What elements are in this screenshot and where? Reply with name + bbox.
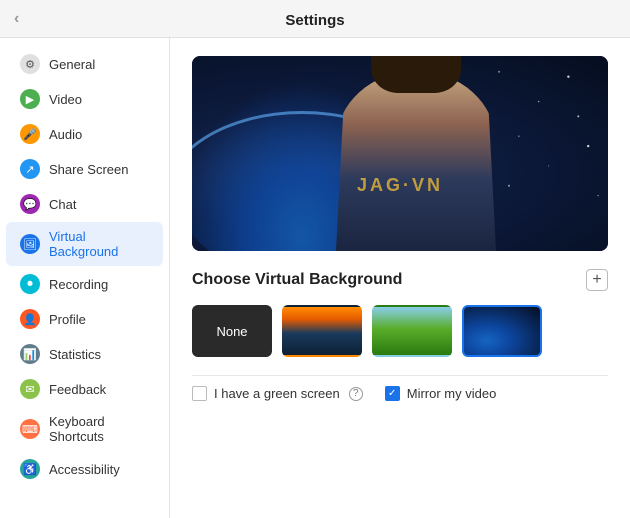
sidebar-item-recording[interactable]: ⏺ Recording: [6, 267, 163, 301]
close-icon[interactable]: ‹: [14, 10, 19, 28]
title-bar: ‹ Settings: [0, 0, 630, 38]
green-screen-label: I have a green screen: [214, 386, 340, 401]
chat-icon: 💬: [20, 194, 40, 214]
sidebar-label-video: Video: [49, 92, 82, 107]
mirror-video-box[interactable]: [385, 386, 400, 401]
sidebar-label-recording: Recording: [49, 277, 108, 292]
sidebar-item-keyboard-shortcuts[interactable]: ⌨ Keyboard Shortcuts: [6, 407, 163, 451]
sidebar-label-statistics: Statistics: [49, 347, 101, 362]
person-silhouette: [336, 71, 496, 251]
sidebar-label-feedback: Feedback: [49, 382, 106, 397]
sidebar-item-share-screen[interactable]: ↗ Share Screen: [6, 152, 163, 186]
video-preview: JAG·VN: [192, 56, 608, 251]
sidebar-item-general[interactable]: ⚙ General: [6, 47, 163, 81]
bg-option-grass[interactable]: [372, 305, 452, 357]
sidebar-label-general: General: [49, 57, 95, 72]
mirror-video-checkbox[interactable]: Mirror my video: [385, 386, 497, 401]
sidebar-item-virtual-background[interactable]: 🖼 Virtual Background: [6, 222, 163, 266]
bg-option-space[interactable]: [462, 305, 542, 357]
mirror-video-label: Mirror my video: [407, 386, 497, 401]
sidebar-label-virtual-background: Virtual Background: [49, 229, 149, 259]
section-header: Choose Virtual Background +: [192, 269, 608, 291]
keyboard-shortcuts-icon: ⌨: [20, 419, 40, 439]
sidebar-label-accessibility: Accessibility: [49, 462, 120, 477]
green-screen-box[interactable]: [192, 386, 207, 401]
settings-title: Settings: [285, 12, 344, 29]
feedback-icon: ✉: [20, 379, 40, 399]
sidebar-item-audio[interactable]: 🎤 Audio: [6, 117, 163, 151]
general-icon: ⚙: [20, 54, 40, 74]
share-screen-icon: ↗: [20, 159, 40, 179]
profile-icon: 👤: [20, 309, 40, 329]
sidebar-label-keyboard-shortcuts: Keyboard Shortcuts: [49, 414, 149, 444]
sidebar-item-feedback[interactable]: ✉ Feedback: [6, 372, 163, 406]
bg-option-none[interactable]: None: [192, 305, 272, 357]
audio-icon: 🎤: [20, 124, 40, 144]
person-hair: [371, 56, 461, 93]
bg-option-bridge[interactable]: [282, 305, 362, 357]
section-title: Choose Virtual Background: [192, 271, 402, 289]
sidebar-item-accessibility[interactable]: ♿ Accessibility: [6, 452, 163, 486]
sidebar-label-chat: Chat: [49, 197, 76, 212]
checkboxes: I have a green screen ? Mirror my video: [192, 375, 608, 401]
watermark: JAG·VN: [357, 175, 443, 196]
sidebar-item-chat[interactable]: 💬 Chat: [6, 187, 163, 221]
sidebar: ⚙ General ▶ Video 🎤 Audio ↗ Share Screen 💬 Chat 🖼 V…: [0, 38, 170, 518]
sidebar-label-share-screen: Share Screen: [49, 162, 129, 177]
add-background-button[interactable]: +: [586, 269, 608, 291]
green-screen-help-icon[interactable]: ?: [349, 387, 363, 401]
sidebar-item-video[interactable]: ▶ Video: [6, 82, 163, 116]
virtual-background-icon: 🖼: [20, 234, 40, 254]
sidebar-label-profile: Profile: [49, 312, 86, 327]
main-layout: ⚙ General ▶ Video 🎤 Audio ↗ Share Screen 💬 Chat 🖼 V…: [0, 38, 630, 518]
green-screen-checkbox[interactable]: I have a green screen ?: [192, 386, 363, 401]
sidebar-item-statistics[interactable]: 📊 Statistics: [6, 337, 163, 371]
sidebar-label-audio: Audio: [49, 127, 82, 142]
video-icon: ▶: [20, 89, 40, 109]
statistics-icon: 📊: [20, 344, 40, 364]
background-options: None: [192, 305, 608, 357]
accessibility-icon: ♿: [20, 459, 40, 479]
recording-icon: ⏺: [20, 274, 40, 294]
content-area: JAG·VN Choose Virtual Background + None …: [170, 38, 630, 518]
sidebar-item-profile[interactable]: 👤 Profile: [6, 302, 163, 336]
